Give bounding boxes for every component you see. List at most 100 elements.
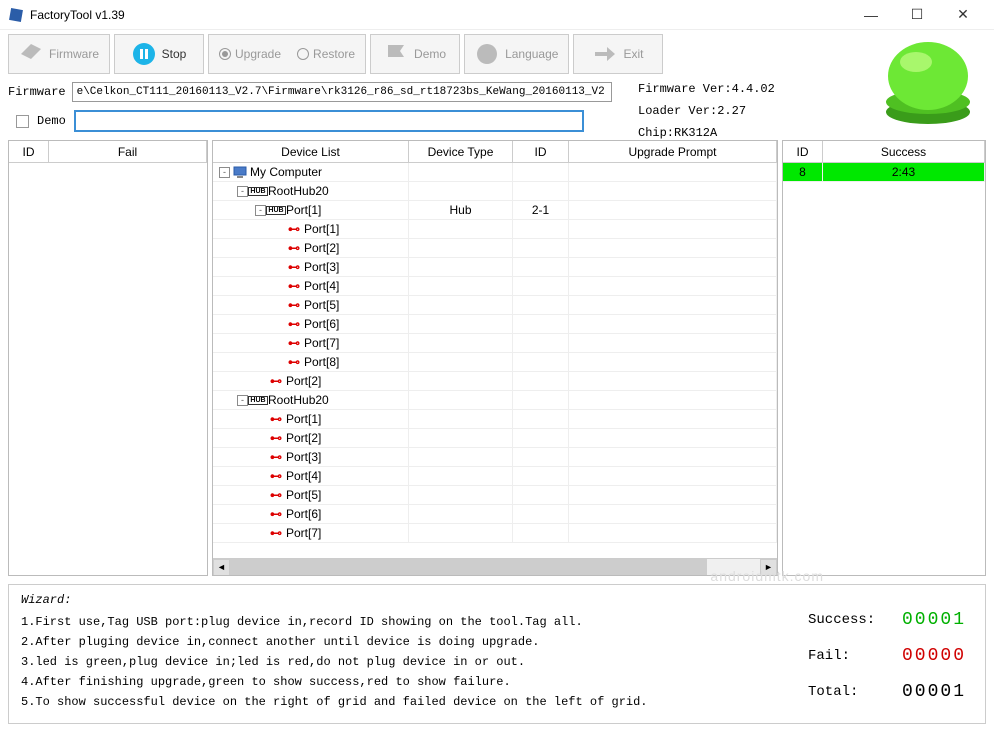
- tree-row[interactable]: ⊷Port[2]: [213, 239, 777, 258]
- usb-icon: ⊷: [286, 259, 302, 275]
- demo-button-label: Demo: [414, 47, 446, 61]
- tree-row[interactable]: ⊷Port[2]: [213, 372, 777, 391]
- device-grid-header-id[interactable]: ID: [513, 141, 569, 162]
- tree-cell-type: [409, 448, 513, 467]
- tree-row[interactable]: ⊷Port[6]: [213, 505, 777, 524]
- stats-success-value: 00001: [902, 610, 966, 630]
- stats-fail-value: 00000: [902, 646, 966, 666]
- maximize-button[interactable]: ☐: [894, 0, 940, 30]
- tree-cell-type: [409, 429, 513, 448]
- tree-row[interactable]: ⊷Port[3]: [213, 448, 777, 467]
- status-led-button[interactable]: [878, 36, 978, 126]
- hub-icon: HUB: [250, 392, 266, 408]
- tree-row[interactable]: - My Computer: [213, 163, 777, 182]
- tree-node-label: Port[2]: [286, 431, 321, 445]
- restore-radio[interactable]: Restore: [297, 47, 355, 61]
- tree-cell-id: [513, 182, 569, 201]
- tree-row[interactable]: -HUBRootHub20: [213, 391, 777, 410]
- minimize-button[interactable]: —: [848, 0, 894, 30]
- table-row[interactable]: 8 2:43: [783, 163, 985, 182]
- tree-expander-icon[interactable]: -: [255, 205, 266, 216]
- firmware-button-label: Firmware: [49, 47, 99, 61]
- usb-icon: ⊷: [286, 335, 302, 351]
- toolbar: Firmware Stop Upgrade Restore Demo Langu…: [0, 30, 994, 78]
- scroll-left-arrow[interactable]: ◄: [213, 559, 230, 576]
- success-grid-header-success[interactable]: Success: [823, 141, 985, 162]
- arrow-right-icon: [593, 42, 617, 66]
- tree-cell-id: [513, 334, 569, 353]
- usb-icon: ⊷: [286, 221, 302, 237]
- tree-node-label: Port[5]: [286, 488, 321, 502]
- firmware-button[interactable]: Firmware: [8, 34, 110, 74]
- tree-row[interactable]: ⊷Port[2]: [213, 429, 777, 448]
- mode-radio-group: Upgrade Restore: [208, 34, 366, 74]
- demo-input[interactable]: [74, 110, 584, 132]
- scroll-thumb[interactable]: [230, 559, 707, 576]
- tree-node-label: Port[3]: [304, 260, 339, 274]
- tree-row[interactable]: ⊷Port[6]: [213, 315, 777, 334]
- tree-node-label: Port[6]: [304, 317, 339, 331]
- stop-button[interactable]: Stop: [114, 34, 204, 74]
- usb-icon: ⊷: [286, 297, 302, 313]
- tree-row[interactable]: ⊷Port[5]: [213, 296, 777, 315]
- tree-cell-prompt: [569, 201, 777, 220]
- tree-node-label: My Computer: [250, 165, 322, 179]
- tree-expander-icon[interactable]: -: [237, 395, 248, 406]
- close-button[interactable]: ✕: [940, 0, 986, 30]
- exit-button[interactable]: Exit: [573, 34, 663, 74]
- firmware-path-input[interactable]: [72, 82, 612, 102]
- fail-grid-header-id[interactable]: ID: [9, 141, 49, 162]
- tree-node-label: Port[5]: [304, 298, 339, 312]
- tree-expander-icon[interactable]: -: [219, 167, 230, 178]
- demo-row: Demo: [0, 106, 994, 140]
- stats-success-label: Success:: [808, 612, 878, 628]
- device-grid-body[interactable]: -My Computer-HUBRootHub20-HUBPort[1]Hub2…: [213, 163, 777, 558]
- tree-cell-type: [409, 315, 513, 334]
- restore-radio-label: Restore: [313, 47, 355, 61]
- tree-row[interactable]: ⊷Port[7]: [213, 334, 777, 353]
- tree-cell-prompt: [569, 353, 777, 372]
- tree-cell-type: [409, 296, 513, 315]
- tree-node-label: RootHub20: [268, 393, 329, 407]
- tree-expander-icon[interactable]: -: [237, 186, 248, 197]
- success-grid-header-id[interactable]: ID: [783, 141, 823, 162]
- device-grid-header-type[interactable]: Device Type: [409, 141, 513, 162]
- tree-cell-prompt: [569, 410, 777, 429]
- device-grid-header-prompt[interactable]: Upgrade Prompt: [569, 141, 777, 162]
- tree-row[interactable]: ⊷Port[7]: [213, 524, 777, 543]
- fail-grid-body: [9, 163, 207, 575]
- tree-row[interactable]: -HUBRootHub20: [213, 182, 777, 201]
- usb-icon: ⊷: [286, 278, 302, 294]
- tree-row[interactable]: ⊷Port[1]: [213, 220, 777, 239]
- fail-grid-header-fail[interactable]: Fail: [49, 141, 207, 162]
- tree-row[interactable]: ⊷Port[8]: [213, 353, 777, 372]
- scroll-right-arrow[interactable]: ►: [760, 559, 777, 576]
- tree-cell-type: [409, 258, 513, 277]
- tree-cell-type: [409, 277, 513, 296]
- horizontal-scrollbar[interactable]: ◄ ►: [213, 558, 777, 575]
- tree-cell-type: [409, 163, 513, 182]
- tree-cell-prompt: [569, 296, 777, 315]
- tree-row[interactable]: ⊷Port[4]: [213, 467, 777, 486]
- language-button[interactable]: Language: [464, 34, 569, 74]
- tree-row[interactable]: ⊷Port[3]: [213, 258, 777, 277]
- usb-icon: ⊷: [286, 240, 302, 256]
- tree-row[interactable]: ⊷Port[5]: [213, 486, 777, 505]
- tree-row[interactable]: ⊷Port[4]: [213, 277, 777, 296]
- tree-cell-prompt: [569, 220, 777, 239]
- tree-row[interactable]: -HUBPort[1]Hub2-1: [213, 201, 777, 220]
- tree-cell-prompt: [569, 391, 777, 410]
- radio-icon: [219, 48, 231, 60]
- demo-checkbox[interactable]: [16, 115, 29, 128]
- tree-row[interactable]: ⊷Port[1]: [213, 410, 777, 429]
- tree-cell-prompt: [569, 372, 777, 391]
- tree-cell-id: [513, 315, 569, 334]
- demo-button[interactable]: Demo: [370, 34, 460, 74]
- device-grid-header-device[interactable]: Device List: [213, 141, 409, 162]
- upgrade-radio[interactable]: Upgrade: [219, 47, 281, 61]
- stats-total-label: Total:: [808, 684, 878, 700]
- tree-cell-type: [409, 505, 513, 524]
- tree-cell-id: [513, 296, 569, 315]
- loader-version-label: Loader Ver:2.27: [638, 100, 775, 122]
- tree-node-label: Port[4]: [286, 469, 321, 483]
